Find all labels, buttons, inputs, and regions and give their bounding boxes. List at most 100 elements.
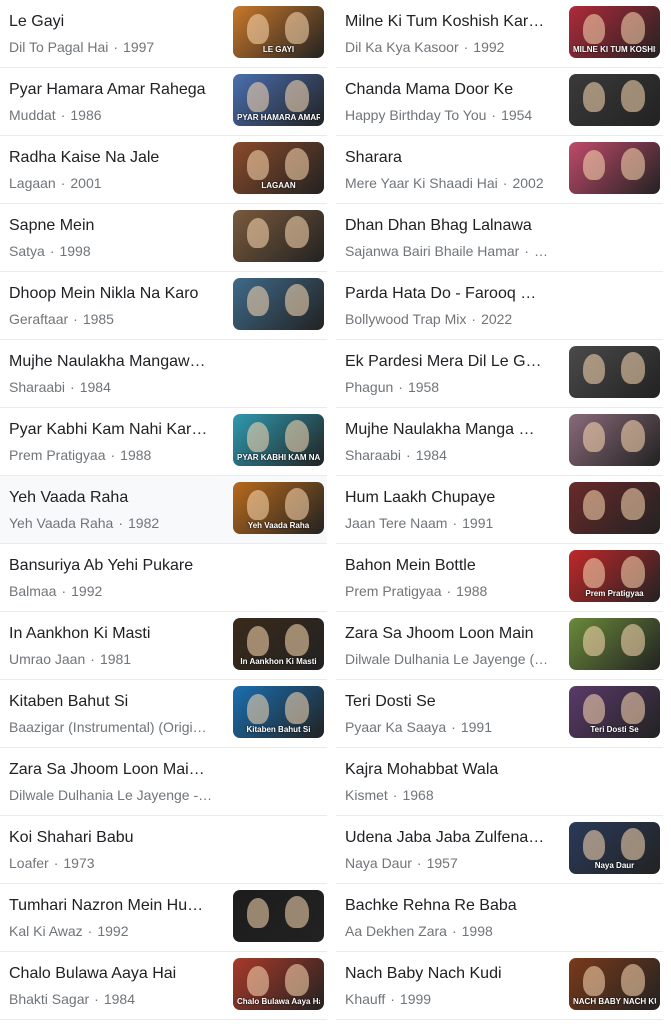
song-title[interactable]: Parda Hata Do - Farooq G…: [345, 284, 545, 304]
song-title[interactable]: Kitaben Bahut Si: [9, 692, 209, 712]
song-result-item[interactable]: Yeh Vaada Raha Yeh Vaada Raha · 1982 Yeh Vaa…: [0, 476, 327, 544]
song-title[interactable]: Zara Sa Jhoom Loon Mai…: [9, 760, 209, 780]
song-title[interactable]: Dhan Dhan Bhag Lalnawa: [345, 216, 545, 236]
song-result-item[interactable]: Udena Jaba Jaba Zulfena … Naya Daur · 1957 N…: [336, 816, 663, 884]
song-result-item[interactable]: Bansuriya Ab Yehi Pukare Balmaa · 1992: [0, 544, 327, 612]
video-thumbnail[interactable]: Yeh Vaada Raha: [233, 482, 324, 534]
song-result-item[interactable]: Nach Baby Nach Kudi Khauff · 1999 NACH BABY …: [336, 952, 663, 1020]
song-title[interactable]: Yeh Vaada Raha: [9, 488, 209, 508]
song-title[interactable]: Koi Shahari Babu: [9, 828, 209, 848]
song-title[interactable]: Chanda Mama Door Ke: [345, 80, 545, 100]
thumbnail-figure: [247, 626, 269, 656]
video-thumbnail[interactable]: [569, 482, 660, 534]
song-result-item[interactable]: Dhoop Mein Nikla Na Karo Geraftaar · 1985: [0, 272, 327, 340]
song-result-item[interactable]: Le Gayi Dil To Pagal Hai · 1997 LE GAYI: [0, 0, 327, 68]
video-thumbnail[interactable]: [233, 890, 324, 942]
song-result-item[interactable]: Zara Sa Jhoom Loon Main Dilwale Dulhania …: [336, 612, 663, 680]
thumbnail-figure: [583, 626, 605, 656]
song-title[interactable]: In Aankhon Ki Masti: [9, 624, 209, 644]
song-title[interactable]: Tumhari Nazron Mein Hu…: [9, 896, 209, 916]
song-result-item[interactable]: Sapne Mein Satya · 1998: [0, 204, 327, 272]
song-title[interactable]: Kajra Mohabbat Wala: [345, 760, 545, 780]
video-thumbnail[interactable]: PYAR HAMARA AMAR RAHEGA: [233, 74, 324, 126]
video-thumbnail[interactable]: LE GAYI: [233, 6, 324, 58]
song-title[interactable]: Mujhe Naulakha Mangaw…: [9, 352, 209, 372]
song-title[interactable]: Sapne Mein: [9, 216, 209, 236]
song-title[interactable]: Hum Laakh Chupaye: [345, 488, 545, 508]
thumbnail-figure: [583, 558, 605, 588]
video-thumbnail[interactable]: [233, 278, 324, 330]
video-thumbnail[interactable]: LAGAAN: [233, 142, 324, 194]
song-result-item[interactable]: Hum Laakh Chupaye Jaan Tere Naam · 1991: [336, 476, 663, 544]
song-result-item[interactable]: Bahon Mein Bottle Prem Pratigyaa · 1988 Prem…: [336, 544, 663, 612]
song-result-item[interactable]: Mujhe Naulakha Manga D… Sharaabi · 1984: [336, 408, 663, 476]
song-title[interactable]: Dhoop Mein Nikla Na Karo: [9, 284, 209, 304]
video-thumbnail[interactable]: Prem Pratigyaa: [569, 550, 660, 602]
song-title[interactable]: Sharara: [345, 148, 545, 168]
song-title[interactable]: Bansuriya Ab Yehi Pukare: [9, 556, 209, 576]
song-result-item[interactable]: Zara Sa Jhoom Loon Mai… Dilwale Dulhania …: [0, 748, 327, 816]
video-thumbnail[interactable]: Teri Dosti Se: [569, 686, 660, 738]
video-thumbnail[interactable]: [569, 414, 660, 466]
song-title[interactable]: Pyar Kabhi Kam Nahi Karna: [9, 420, 209, 440]
song-title[interactable]: Mujhe Naulakha Manga D…: [345, 420, 545, 440]
meta-separator: ·: [452, 515, 458, 531]
song-result-item[interactable]: Kajra Mohabbat Wala Kismet · 1968: [336, 748, 663, 816]
song-result-item[interactable]: Pyar Hamara Amar Rahega Muddat · 1986 PYAR H…: [0, 68, 327, 136]
song-result-item[interactable]: Sharara Mere Yaar Ki Shaadi Hai · 2002: [336, 136, 663, 204]
video-thumbnail[interactable]: [569, 74, 660, 126]
video-thumbnail[interactable]: In Aankhon Ki Masti: [233, 618, 324, 670]
song-result-item[interactable]: Milne Ki Tum Koshish Karna Dil Ka Kya Kas…: [336, 0, 663, 68]
song-meta: Dil To Pagal Hai · 1997: [9, 38, 214, 56]
song-title[interactable]: Udena Jaba Jaba Zulfena …: [345, 828, 545, 848]
film-name: Phagun: [345, 379, 394, 395]
video-thumbnail[interactable]: [569, 142, 660, 194]
song-title[interactable]: Nach Baby Nach Kudi: [345, 964, 545, 984]
song-result-item[interactable]: Chalo Bulawa Aaya Hai Bhakti Sagar · 1984 Ch…: [0, 952, 327, 1020]
video-thumbnail[interactable]: PYAR KABHI KAM NAHI KARNA: [233, 414, 324, 466]
song-result-item[interactable]: Tumhari Nazron Mein Hu… Kal Ki Awaz · 1992: [0, 884, 327, 952]
thumbnail-figure: [285, 692, 309, 724]
song-result-item[interactable]: Chanda Mama Door Ke Happy Birthday To You…: [336, 68, 663, 136]
thumbnail-figure: [583, 830, 605, 860]
song-result-item[interactable]: Teri Dosti Se Pyaar Ka Saaya · 1991 Teri Dos…: [336, 680, 663, 748]
song-result-item[interactable]: Bachke Rehna Re Baba Aa Dekhen Zara · 1998: [336, 884, 663, 952]
song-title[interactable]: Ek Pardesi Mera Dil Le G…: [345, 352, 545, 372]
video-thumbnail[interactable]: Kitaben Bahut Si: [233, 686, 324, 738]
release-year: 2001: [70, 175, 102, 191]
song-result-item[interactable]: In Aankhon Ki Masti Umrao Jaan · 1981 In Aan…: [0, 612, 327, 680]
song-title[interactable]: Le Gayi: [9, 12, 209, 32]
video-thumbnail[interactable]: MILNE KI TUM KOSHISH KARNA: [569, 6, 660, 58]
song-result-item[interactable]: Mujhe Naulakha Mangaw… Sharaabi · 1984: [0, 340, 327, 408]
thumbnail-figure: [621, 148, 645, 180]
song-result-item[interactable]: Radha Kaise Na Jale Lagaan · 2001 LAGAAN: [0, 136, 327, 204]
release-year: 1997: [123, 39, 155, 55]
song-title[interactable]: Bachke Rehna Re Baba: [345, 896, 545, 916]
thumbnail-figure: [247, 898, 269, 928]
song-title[interactable]: Teri Dosti Se: [345, 692, 545, 712]
song-meta: Mere Yaar Ki Shaadi Hai · 2002: [345, 174, 550, 192]
video-thumbnail[interactable]: [569, 618, 660, 670]
meta-separator: ·: [118, 515, 123, 531]
thumbnail-figure: [247, 14, 269, 44]
meta-separator: ·: [446, 583, 452, 599]
video-thumbnail[interactable]: [233, 210, 324, 262]
video-thumbnail[interactable]: Naya Daur: [569, 822, 660, 874]
song-result-item[interactable]: Pyar Kabhi Kam Nahi Karna Prem Pratigyaa ·…: [0, 408, 327, 476]
song-title[interactable]: Radha Kaise Na Jale: [9, 148, 209, 168]
song-result-item[interactable]: Ek Pardesi Mera Dil Le G… Phagun · 1958: [336, 340, 663, 408]
song-title[interactable]: Chalo Bulawa Aaya Hai: [9, 964, 209, 984]
song-title[interactable]: Pyar Hamara Amar Rahega: [9, 80, 209, 100]
song-result-item[interactable]: Parda Hata Do - Farooq G… Bollywood Trap …: [336, 272, 663, 340]
song-result-item[interactable]: Dhan Dhan Bhag Lalnawa Sajanwa Bairi Bhai…: [336, 204, 663, 272]
song-result-item[interactable]: Kitaben Bahut Si Baazigar (Instrumental) …: [0, 680, 327, 748]
video-thumbnail[interactable]: NACH BABY NACH KUDI: [569, 958, 660, 1010]
release-year: 1988: [120, 447, 152, 463]
video-thumbnail[interactable]: Chalo Bulawa Aaya Hai: [233, 958, 324, 1010]
song-result-item[interactable]: Koi Shahari Babu Loafer · 1973: [0, 816, 327, 884]
thumbnail-figure: [621, 420, 645, 452]
song-title[interactable]: Bahon Mein Bottle: [345, 556, 545, 576]
song-title[interactable]: Zara Sa Jhoom Loon Main: [345, 624, 545, 644]
video-thumbnail[interactable]: [569, 346, 660, 398]
song-title[interactable]: Milne Ki Tum Koshish Karna: [345, 12, 545, 32]
